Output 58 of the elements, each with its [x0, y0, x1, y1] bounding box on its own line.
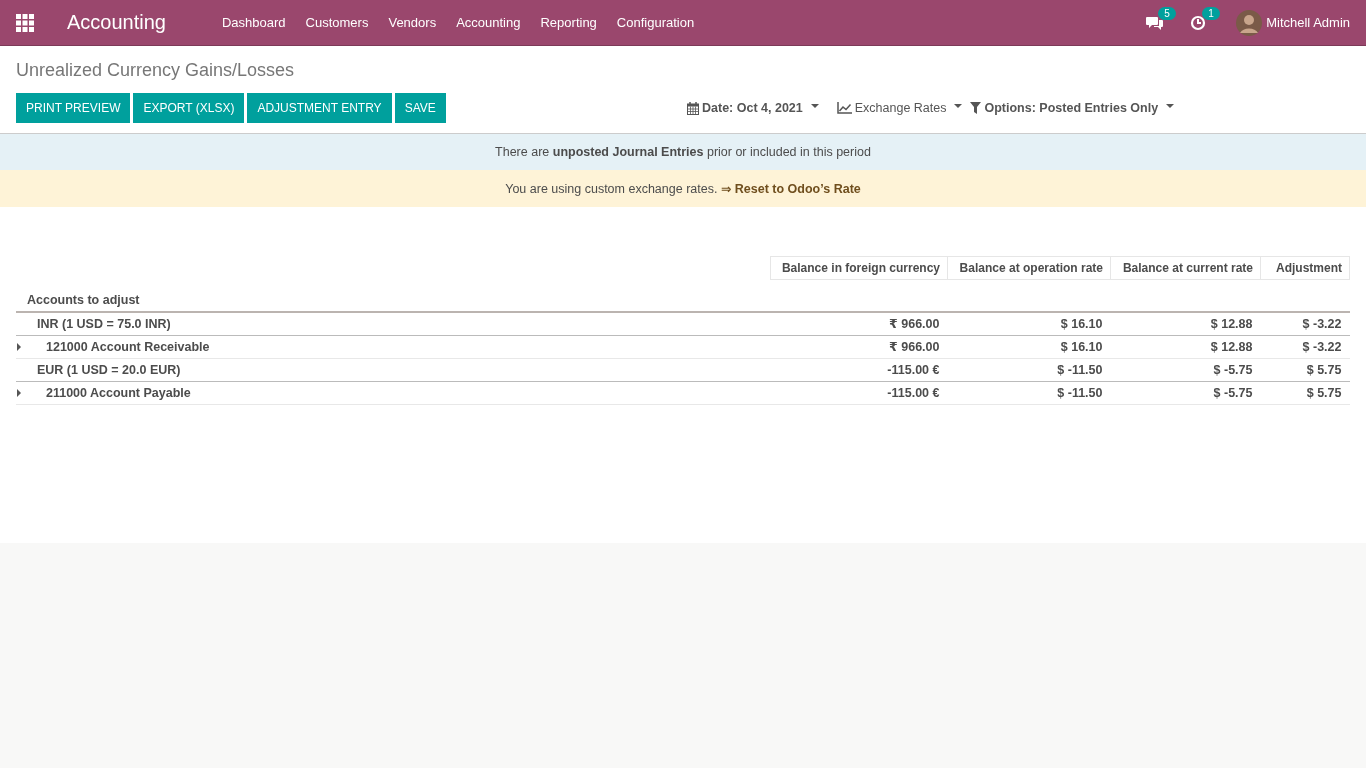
expand-caret-icon[interactable] — [17, 342, 21, 351]
activity-count-badge: 1 — [1202, 6, 1220, 20]
column-header: Balance in foreign currency — [770, 256, 948, 280]
table-cell: -115.00 € — [770, 381, 948, 404]
table-cell: $ -11.50 — [947, 381, 1111, 404]
page-title: Unrealized Currency Gains/Losses — [16, 60, 296, 81]
menu-item[interactable]: Customers — [295, 15, 379, 30]
user-name[interactable]: Mitchell Admin — [1266, 15, 1350, 30]
table-cell: INR (1 USD = 75.0 INR) — [16, 311, 771, 335]
menu-item[interactable]: Configuration — [606, 15, 705, 30]
filter-dropdown[interactable]: Exchange Rates — [832, 101, 967, 115]
message-count-badge: 5 — [1158, 6, 1176, 20]
filter-dropdown[interactable]: Options: Posted Entries Only — [966, 101, 1179, 115]
filter-dropdown[interactable]: Date: Oct 4, 2021 — [683, 101, 823, 115]
menu-item[interactable]: Dashboard — [211, 15, 296, 30]
table-cell: $ -5.75 — [1110, 381, 1261, 404]
reset-rate-link[interactable]: ⇒ Reset to Odoo’s Rate — [720, 182, 861, 196]
menu-item[interactable]: Vendors — [378, 15, 447, 30]
table-cell: ₹ 966.00 — [770, 311, 948, 335]
toolbar-button[interactable]: ADJUSTMENT ENTRY — [247, 93, 392, 123]
caret-icon — [810, 104, 819, 108]
calendar-icon — [687, 101, 699, 115]
line-chart-icon — [836, 102, 852, 114]
toolbar-button[interactable]: EXPORT (XLSX) — [133, 93, 245, 123]
table-cell: ₹ 966.00 — [770, 335, 948, 358]
alert-text: You are using custom exchange rates. — [505, 182, 718, 196]
table-cell[interactable]: 121000 Account Receivable — [16, 335, 771, 358]
table-cell: $ -3.22 — [1260, 335, 1350, 358]
table-cell: $ 5.75 — [1260, 358, 1350, 381]
table-cell: $ 12.88 — [1110, 335, 1261, 358]
section-header: Accounts to adjust — [16, 279, 771, 312]
table-cell: $ 16.10 — [947, 335, 1111, 358]
avatar-icon[interactable] — [1236, 9, 1263, 36]
table-cell: $ 12.88 — [1110, 311, 1261, 335]
column-header: Adjustment — [1260, 256, 1350, 280]
alert-text: There are unposted Journal Entries prior or included in this period — [495, 145, 871, 159]
caret-icon — [1166, 104, 1175, 108]
chat-icon[interactable] — [1146, 14, 1165, 31]
table-cell: -115.00 € — [770, 358, 948, 381]
toolbar-button[interactable]: PRINT PREVIEW — [16, 93, 131, 123]
apps-menu-icon[interactable] — [16, 13, 34, 32]
column-header: Balance at operation rate — [947, 256, 1111, 280]
column-header: Balance at current rate — [1110, 256, 1261, 280]
clock-icon[interactable] — [1190, 14, 1207, 31]
table-cell[interactable]: 211000 Account Payable — [16, 381, 771, 404]
app-title: Accounting — [67, 11, 166, 34]
expand-caret-icon[interactable] — [17, 388, 21, 397]
caret-icon — [954, 104, 963, 108]
table-cell: $ 5.75 — [1260, 381, 1350, 404]
menu-item[interactable]: Reporting — [530, 15, 607, 30]
table-cell: $ -5.75 — [1110, 358, 1261, 381]
menu-item[interactable]: Accounting — [446, 15, 531, 30]
table-cell: $ 16.10 — [947, 311, 1111, 335]
table-cell: $ -3.22 — [1260, 311, 1350, 335]
filter-icon — [970, 102, 982, 114]
table-cell: $ -11.50 — [947, 358, 1111, 381]
table-cell: EUR (1 USD = 20.0 EUR) — [16, 358, 771, 381]
toolbar-button[interactable]: SAVE — [394, 93, 446, 123]
